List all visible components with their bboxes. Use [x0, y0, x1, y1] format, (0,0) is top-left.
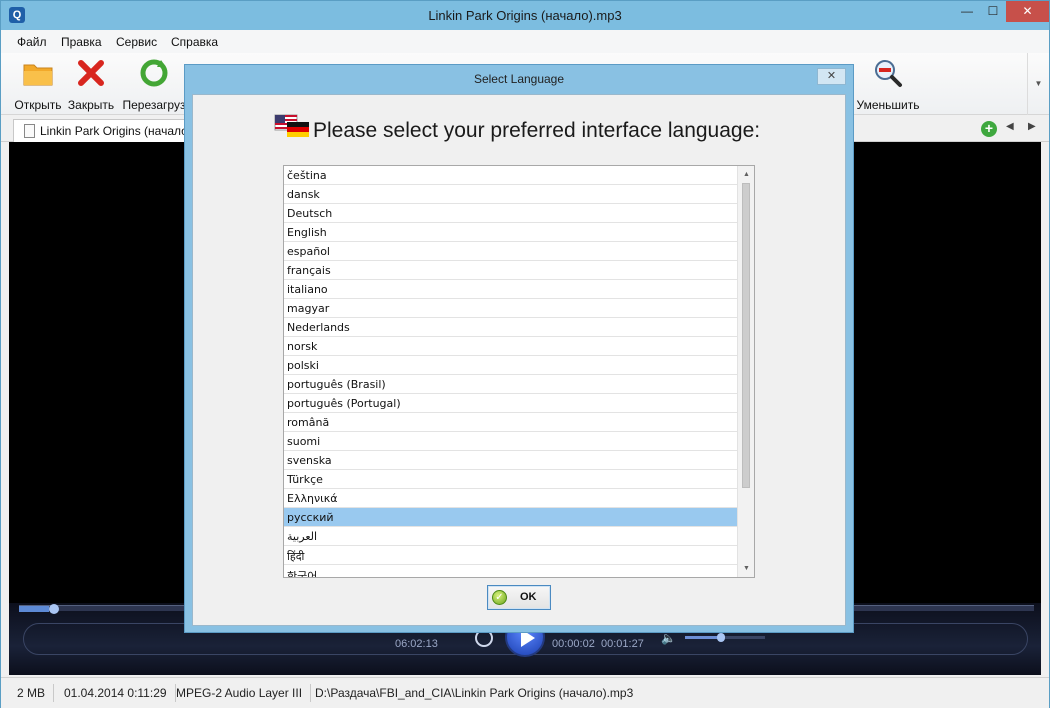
language-item[interactable]: português (Brasil) [284, 375, 737, 394]
document-icon [24, 124, 35, 138]
file-tab-label: Linkin Park Origins (начало).mp3 [40, 124, 198, 138]
language-item[interactable]: 한국어 [284, 565, 737, 577]
scroll-thumb[interactable] [742, 183, 750, 488]
language-item[interactable]: español [284, 242, 737, 261]
zoom-out-label: Уменьшить [856, 98, 920, 112]
language-item[interactable]: italiano [284, 280, 737, 299]
dialog-close-button[interactable]: ✕ [817, 68, 846, 85]
menu-service[interactable]: Сервис [116, 35, 157, 49]
language-flags-icon [274, 114, 309, 137]
position-time: 00:00:02 [552, 638, 595, 650]
toolbar-overflow-button[interactable]: ▼ [1027, 53, 1049, 115]
refresh-icon [140, 59, 168, 87]
file-tab[interactable]: Linkin Park Origins (начало).mp3 [13, 119, 199, 142]
seek-handle[interactable] [49, 604, 60, 614]
language-list[interactable]: čeština dansk Deutsch English español françai… [283, 165, 755, 578]
menu-file[interactable]: Файл [17, 35, 47, 49]
status-bar: 2 MB 01.04.2014 0:11:29 MPEG-2 Audio Lay… [1, 677, 1049, 708]
menu-help[interactable]: Справка [171, 35, 218, 49]
menu-edit[interactable]: Правка [61, 35, 102, 49]
speaker-icon[interactable]: 🔈 [661, 631, 676, 645]
language-item[interactable]: Deutsch [284, 204, 737, 223]
zoom-out-button[interactable]: Уменьшить [853, 57, 923, 112]
volume-slider[interactable] [685, 633, 765, 642]
language-item[interactable]: română [284, 413, 737, 432]
checkmark-icon: ✓ [492, 590, 507, 605]
language-item[interactable]: English [284, 223, 737, 242]
language-item[interactable]: svenska [284, 451, 737, 470]
language-item[interactable]: Türkçe [284, 470, 737, 489]
volume-handle[interactable] [717, 633, 725, 642]
language-item[interactable]: русский [284, 508, 737, 527]
tab-scroll-right-icon[interactable]: ▶ [1028, 121, 1036, 132]
status-path: D:\Раздача\FBI_and_CIA\Linkin Park Origi… [315, 686, 634, 700]
language-item[interactable]: čeština [284, 166, 737, 185]
dialog-body: Please select your preferred interface l… [192, 94, 846, 626]
folder-icon [23, 64, 53, 86]
menu-bar: Файл Правка Сервис Справка [1, 30, 1049, 53]
close-file-button[interactable]: Закрыть [67, 57, 115, 112]
select-language-dialog: Select Language ✕ Please select your pre… [184, 64, 854, 633]
language-item[interactable]: dansk [284, 185, 737, 204]
tab-scroll-left-icon[interactable]: ◀ [1006, 121, 1014, 132]
language-items: čeština dansk Deutsch English español françai… [284, 166, 737, 577]
language-item[interactable]: Nederlands [284, 318, 737, 337]
window-title: Linkin Park Origins (начало).mp3 [428, 8, 622, 23]
ok-label: OK [520, 591, 537, 603]
seek-progress [19, 606, 50, 612]
status-date: 01.04.2014 0:11:29 [56, 684, 176, 702]
volume-level [685, 636, 721, 639]
minimize-button[interactable]: — [954, 1, 980, 22]
open-label: Открыть [14, 98, 62, 112]
language-item[interactable]: suomi [284, 432, 737, 451]
reload-label: Перезагруз [122, 98, 186, 112]
language-item[interactable]: Ελληνικά [284, 489, 737, 508]
scroll-down-icon[interactable]: ▼ [738, 560, 754, 577]
close-label: Закрыть [67, 98, 115, 112]
status-format: MPEG-2 Audio Layer III [168, 684, 312, 702]
maximize-button[interactable]: ☐ [980, 1, 1006, 22]
ok-button[interactable]: ✓ OK [487, 585, 551, 610]
status-size: 2 MB [9, 684, 55, 702]
close-window-button[interactable]: ✕ [1006, 1, 1049, 22]
language-item[interactable]: norsk [284, 337, 737, 356]
red-x-icon [78, 60, 104, 86]
language-item[interactable]: português (Portugal) [284, 394, 737, 413]
open-button[interactable]: Открыть [13, 57, 63, 112]
title-bar[interactable]: Q Linkin Park Origins (начало).mp3 — ☐ ✕ [1, 1, 1049, 30]
zoom-out-icon [875, 60, 902, 87]
reload-button[interactable]: Перезагруз [121, 57, 187, 112]
scroll-up-icon[interactable]: ▲ [738, 166, 754, 183]
add-tab-icon[interactable]: + [981, 121, 997, 137]
language-item[interactable]: français [284, 261, 737, 280]
list-scrollbar[interactable]: ▲ ▼ [737, 166, 754, 577]
language-item[interactable]: हिंदी [284, 546, 737, 565]
language-item[interactable]: polski [284, 356, 737, 375]
remaining-time: 00:01:27 [601, 638, 644, 650]
language-item[interactable]: magyar [284, 299, 737, 318]
language-prompt: Please select your preferred interface l… [313, 119, 761, 142]
language-item[interactable]: العربية [284, 527, 737, 546]
dialog-title: Select Language [473, 72, 565, 86]
duration-time: 06:02:13 [395, 638, 438, 650]
